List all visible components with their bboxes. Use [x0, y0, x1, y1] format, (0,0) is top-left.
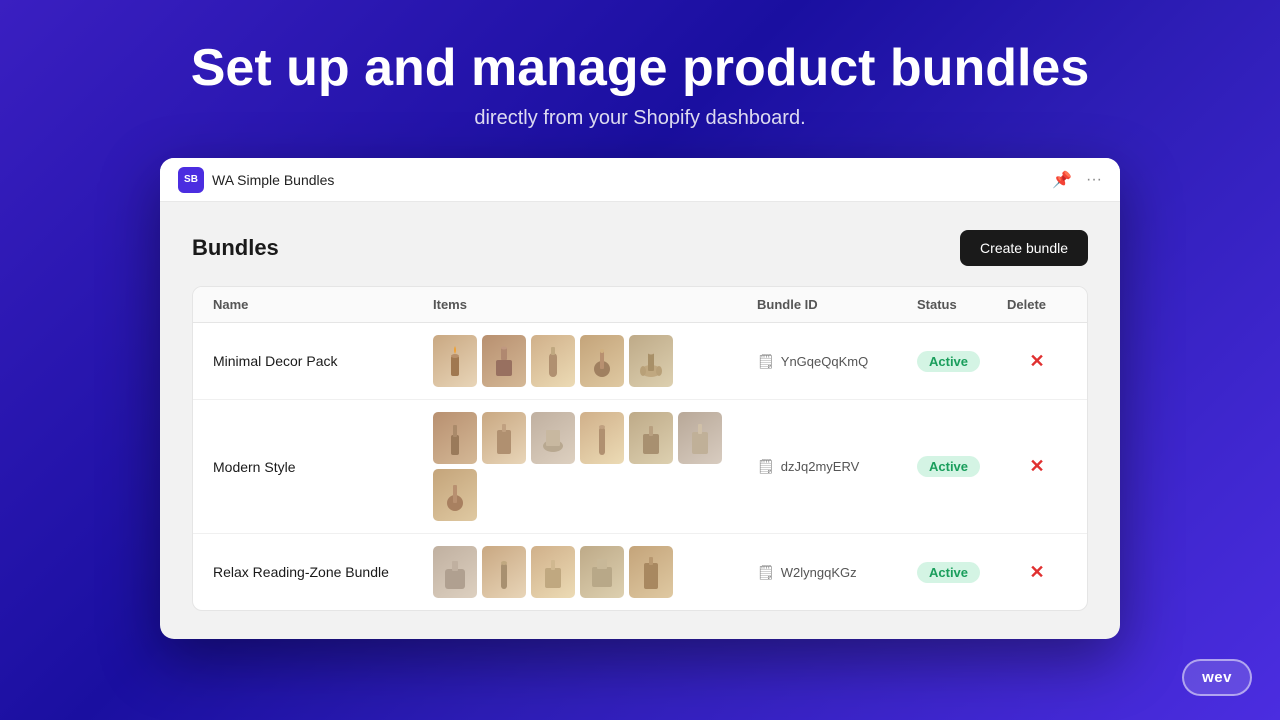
thumb-2-2 — [482, 412, 526, 464]
bundles-title: Bundles — [192, 235, 279, 261]
table-row: Relax Reading-Zone Bundle — [193, 534, 1087, 610]
thumb-1-1 — [433, 335, 477, 387]
table-header: Name Items Bundle ID Status Delete — [193, 287, 1087, 323]
bundle-id-cell-1: 🗒 YnGqeQqKmQ — [757, 353, 917, 370]
thumb-1-4 — [580, 335, 624, 387]
table-row: Modern Style — [193, 400, 1087, 534]
thumb-2-5 — [629, 412, 673, 464]
bundle-name-2: Modern Style — [213, 459, 433, 475]
bottom-logo: wev — [1182, 659, 1252, 696]
table-row: Minimal Decor Pack — [193, 323, 1087, 400]
status-cell-2: Active — [917, 456, 1007, 477]
thumb-3-2 — [482, 546, 526, 598]
thumb-3-4 — [580, 546, 624, 598]
bundles-header: Bundles Create bundle — [192, 230, 1088, 266]
window-topbar: SB WA Simple Bundles 📌 ··· — [160, 158, 1120, 202]
items-cell-3 — [433, 546, 757, 598]
status-badge-3: Active — [917, 562, 980, 583]
status-cell-1: Active — [917, 351, 1007, 372]
topbar-left: SB WA Simple Bundles — [178, 167, 334, 193]
bundles-table: Name Items Bundle ID Status Delete Minim… — [192, 286, 1088, 611]
hero-title: Set up and manage product bundles — [191, 40, 1090, 97]
topbar-right: 📌 ··· — [1052, 170, 1102, 190]
bundle-name-1: Minimal Decor Pack — [213, 353, 433, 369]
app-icon: SB — [178, 167, 204, 193]
bundle-id-cell-3: 🗒 W2lyngqKGz — [757, 564, 917, 581]
pin-icon[interactable]: 📌 — [1052, 170, 1072, 190]
doc-icon-3: 🗒 — [757, 564, 775, 581]
thumb-3-1 — [433, 546, 477, 598]
status-badge-2: Active — [917, 456, 980, 477]
create-bundle-button[interactable]: Create bundle — [960, 230, 1088, 266]
bundle-id-value-2: dzJq2myERV — [781, 459, 860, 474]
thumb-3-3 — [531, 546, 575, 598]
thumb-2-3 — [531, 412, 575, 464]
app-window: SB WA Simple Bundles 📌 ··· Bundles Creat… — [160, 158, 1120, 639]
items-cell-2 — [433, 412, 757, 521]
delete-cell-3: ✕ — [1007, 562, 1067, 583]
status-badge-1: Active — [917, 351, 980, 372]
status-cell-3: Active — [917, 562, 1007, 583]
thumb-2-1 — [433, 412, 477, 464]
hero-section: Set up and manage product bundles direct… — [191, 0, 1090, 158]
thumb-2-6 — [678, 412, 722, 464]
col-name: Name — [213, 297, 433, 312]
doc-icon-2: 🗒 — [757, 458, 775, 475]
doc-icon-1: 🗒 — [757, 353, 775, 370]
hero-subtitle: directly from your Shopify dashboard. — [191, 107, 1090, 130]
thumb-1-5 — [629, 335, 673, 387]
thumb-3-5 — [629, 546, 673, 598]
more-icon[interactable]: ··· — [1086, 171, 1102, 189]
app-name: WA Simple Bundles — [212, 172, 334, 188]
bundle-id-value-3: W2lyngqKGz — [781, 565, 857, 580]
bundle-id-cell-2: 🗒 dzJq2myERV — [757, 458, 917, 475]
items-cell-1 — [433, 335, 757, 387]
col-bundle-id: Bundle ID — [757, 297, 917, 312]
delete-button-2[interactable]: ✕ — [1029, 456, 1044, 477]
bundle-name-3: Relax Reading-Zone Bundle — [213, 564, 433, 580]
thumb-2-4 — [580, 412, 624, 464]
thumb-2-7 — [433, 469, 477, 521]
content-area: Bundles Create bundle Name Items Bundle … — [160, 202, 1120, 639]
col-status: Status — [917, 297, 1007, 312]
col-items: Items — [433, 297, 757, 312]
delete-cell-1: ✕ — [1007, 351, 1067, 372]
delete-cell-2: ✕ — [1007, 456, 1067, 477]
bundle-id-value-1: YnGqeQqKmQ — [781, 354, 868, 369]
thumb-1-3 — [531, 335, 575, 387]
delete-button-1[interactable]: ✕ — [1029, 351, 1044, 372]
thumb-1-2 — [482, 335, 526, 387]
delete-button-3[interactable]: ✕ — [1029, 562, 1044, 583]
col-delete: Delete — [1007, 297, 1067, 312]
